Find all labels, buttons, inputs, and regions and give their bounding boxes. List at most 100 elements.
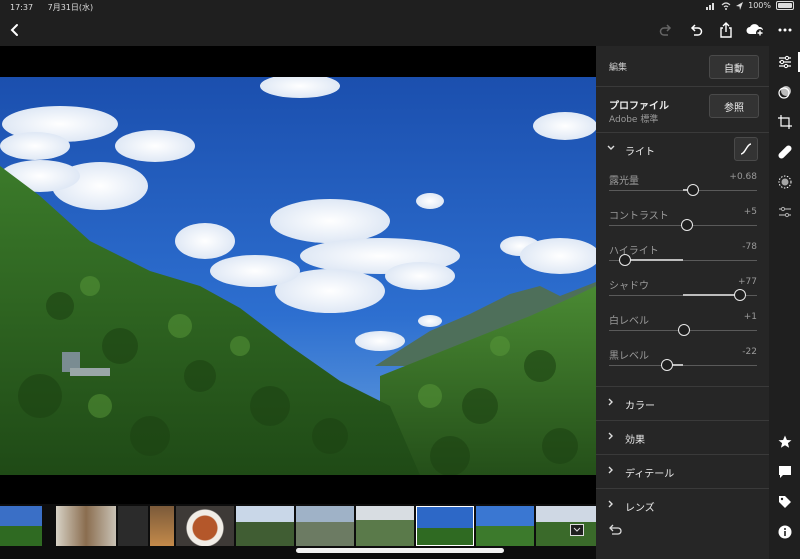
slider-value[interactable]: -22 [742, 347, 757, 357]
profile-title: プロファイル [609, 101, 669, 112]
redo-button[interactable] [654, 18, 678, 42]
slider-track[interactable] [609, 254, 757, 266]
more-icon [778, 28, 792, 32]
light-section-header[interactable]: ライト [596, 134, 769, 166]
filmstrip-thumbnail[interactable] [0, 506, 42, 546]
edit-tool-button[interactable] [775, 52, 795, 72]
filmstrip-expand-icon[interactable] [570, 524, 584, 536]
presets-button[interactable] [775, 82, 795, 102]
chevron-right-icon [608, 466, 613, 474]
filmstrip-thumbnail-selected[interactable] [416, 506, 474, 546]
section-label: レンズ [625, 503, 655, 514]
slider-track[interactable] [609, 219, 757, 231]
filmstrip-thumbnail[interactable] [236, 506, 294, 546]
comment-icon [779, 466, 791, 478]
slider-label: 白レベル [609, 316, 649, 327]
crop-button[interactable] [775, 112, 795, 132]
section-label: カラー [625, 401, 655, 412]
slider-track[interactable] [609, 184, 757, 196]
slider-row: コントラスト +5 [609, 207, 757, 241]
edit-panel: 編集 自動 プロファイル Adobe 標準 参照 ライト 露光量 +0.68 コント… [596, 46, 769, 559]
slider-fill [683, 294, 740, 296]
chevron-right-icon [608, 432, 613, 440]
home-indicator [296, 548, 504, 553]
slider-row: 黒レベル -22 [609, 347, 757, 381]
back-button[interactable] [3, 18, 27, 42]
filmstrip-thumbnail[interactable] [536, 506, 596, 546]
tool-rail [769, 46, 800, 559]
divider [596, 488, 769, 489]
wifi-icon [721, 1, 731, 10]
chevron-down-icon [607, 145, 615, 150]
slider-knob[interactable] [660, 359, 673, 371]
slider-label: 露光量 [609, 176, 639, 187]
slider-knob[interactable] [733, 289, 746, 301]
reset-icon [609, 524, 622, 535]
crop-icon [778, 115, 792, 129]
profile-browse-button[interactable]: 参照 [709, 94, 759, 118]
divider [596, 86, 769, 87]
presets-icon [778, 86, 791, 99]
slider-value[interactable]: +77 [738, 277, 757, 287]
slider-value[interactable]: +5 [744, 207, 757, 217]
slider-row: ハイライト -78 [609, 242, 757, 276]
reset-button[interactable] [608, 524, 622, 539]
tone-curve-icon [740, 143, 752, 155]
slider-knob[interactable] [677, 324, 690, 336]
battery-percent: 100% [748, 1, 771, 10]
star-icon [778, 435, 792, 448]
battery-icon [776, 1, 794, 10]
healing-icon [778, 145, 792, 159]
slider-knob[interactable] [619, 254, 632, 266]
selective-icon [778, 175, 792, 189]
versions-button[interactable] [775, 202, 795, 222]
slider-track[interactable] [609, 359, 757, 371]
selective-button[interactable] [775, 172, 795, 192]
comment-button[interactable] [775, 462, 795, 482]
section-effects[interactable]: 効果 [596, 422, 769, 454]
section-label: ディテール [625, 469, 675, 480]
light-section-label: ライト [625, 147, 655, 158]
undo-button[interactable] [684, 18, 708, 42]
auto-button[interactable]: 自動 [709, 55, 759, 79]
filmstrip-thumbnail[interactable] [118, 506, 148, 546]
edit-panel-title: 編集 [609, 63, 628, 73]
share-icon [720, 22, 732, 38]
slider-knob[interactable] [687, 184, 700, 196]
adjust-sliders-icon [779, 55, 791, 69]
section-label: 効果 [625, 435, 645, 446]
slider-value[interactable]: +0.68 [729, 172, 757, 182]
slider-value[interactable]: +1 [744, 312, 757, 322]
healing-button[interactable] [775, 142, 795, 162]
filmstrip-thumbnail[interactable] [150, 506, 174, 546]
slider-label: ハイライト [609, 246, 659, 257]
location-icon [736, 1, 744, 10]
info-button[interactable] [775, 522, 795, 542]
filmstrip-thumbnail[interactable] [356, 506, 414, 546]
photo-canvas[interactable] [0, 46, 596, 504]
section-lens[interactable]: レンズ [596, 490, 769, 522]
filmstrip-thumbnail[interactable] [296, 506, 354, 546]
more-button[interactable] [773, 18, 797, 42]
cloud-add-icon [746, 24, 764, 37]
filmstrip-thumbnail[interactable] [176, 506, 234, 546]
share-button[interactable] [714, 18, 738, 42]
slider-track[interactable] [609, 289, 757, 301]
slider-track[interactable] [609, 324, 757, 336]
filmstrip-thumbnail[interactable] [56, 506, 116, 546]
slider-fill [625, 259, 683, 261]
cloud-sync-button[interactable] [743, 18, 767, 42]
keyword-button[interactable] [775, 492, 795, 512]
undo-icon [690, 24, 703, 36]
slider-knob[interactable] [680, 219, 693, 231]
status-time: 17:37 [10, 3, 34, 12]
slider-value[interactable]: -78 [742, 242, 757, 252]
filmstrip-thumbnail[interactable] [476, 506, 534, 546]
slider-row: 露光量 +0.68 [609, 172, 757, 206]
rating-button[interactable] [775, 432, 795, 452]
slider-row: 白レベル +1 [609, 312, 757, 346]
tag-icon [779, 496, 791, 508]
section-detail[interactable]: ディテール [596, 456, 769, 488]
section-color[interactable]: カラー [596, 388, 769, 420]
tone-curve-button[interactable] [734, 137, 758, 161]
